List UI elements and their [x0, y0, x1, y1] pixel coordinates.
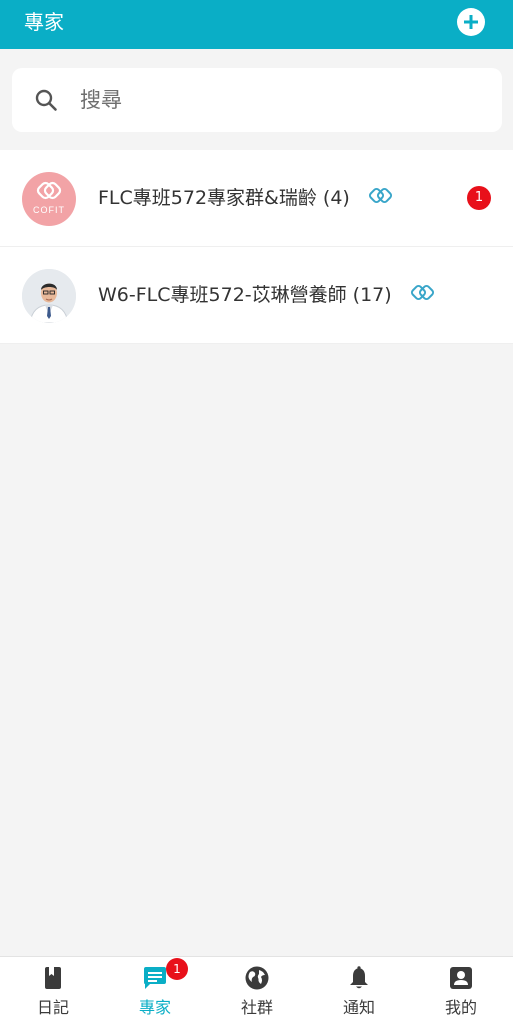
- page-title: 專家: [24, 10, 64, 34]
- nav-item-diary[interactable]: 日記: [2, 957, 104, 1025]
- expert-chat-list: COFIT FLC專班572專家群&瑞齡 (4) 1 W6-FLC專班572-苡…: [0, 150, 513, 344]
- cofit-logo-icon: [36, 181, 62, 200]
- app-header: 專家: [0, 0, 513, 49]
- chat-icon: [144, 967, 166, 989]
- search-icon: [35, 89, 57, 111]
- cofit-link-icon: [410, 284, 434, 301]
- list-item[interactable]: COFIT FLC專班572專家群&瑞齡 (4) 1: [0, 150, 513, 247]
- nav-label: 通知: [342, 998, 375, 1017]
- globe-icon: [245, 966, 269, 990]
- nav-item-community[interactable]: 社群: [206, 957, 308, 1025]
- bell-icon: [350, 966, 368, 989]
- conversation-title: W6-FLC專班572-苡琳營養師 (17): [98, 284, 392, 306]
- avatar: [22, 269, 76, 323]
- cofit-wordmark: COFIT: [33, 205, 65, 215]
- nav-item-profile[interactable]: 我的: [410, 957, 512, 1025]
- conversation-title: FLC專班572專家群&瑞齡 (4): [98, 187, 350, 209]
- nav-label: 我的: [444, 998, 477, 1017]
- add-button[interactable]: [457, 8, 485, 36]
- search-section: 搜尋: [0, 49, 513, 150]
- profile-icon: [450, 967, 472, 989]
- nav-item-notifications[interactable]: 通知: [308, 957, 410, 1025]
- nav-item-expert[interactable]: 1 專家: [104, 957, 206, 1025]
- nav-label: 專家: [138, 998, 171, 1017]
- search-input[interactable]: 搜尋: [12, 68, 502, 132]
- cofit-link-icon: [368, 187, 392, 204]
- avatar: COFIT: [22, 172, 76, 226]
- unread-badge: 1: [467, 186, 491, 210]
- nav-label: 社群: [240, 998, 273, 1017]
- diary-book-icon: [45, 967, 61, 989]
- bottom-nav: 日記 1 專家 社群 通知 我的: [0, 956, 513, 1025]
- search-placeholder: 搜尋: [80, 88, 122, 112]
- list-item[interactable]: W6-FLC專班572-苡琳營養師 (17): [0, 247, 513, 344]
- nav-label: 日記: [36, 998, 69, 1017]
- conversation-name: W6-FLC專班572-苡琳營養師 (17): [98, 282, 438, 308]
- expert-photo: [22, 269, 76, 323]
- conversation-name: FLC專班572專家群&瑞齡 (4): [98, 185, 396, 211]
- nav-badge: 1: [166, 958, 188, 980]
